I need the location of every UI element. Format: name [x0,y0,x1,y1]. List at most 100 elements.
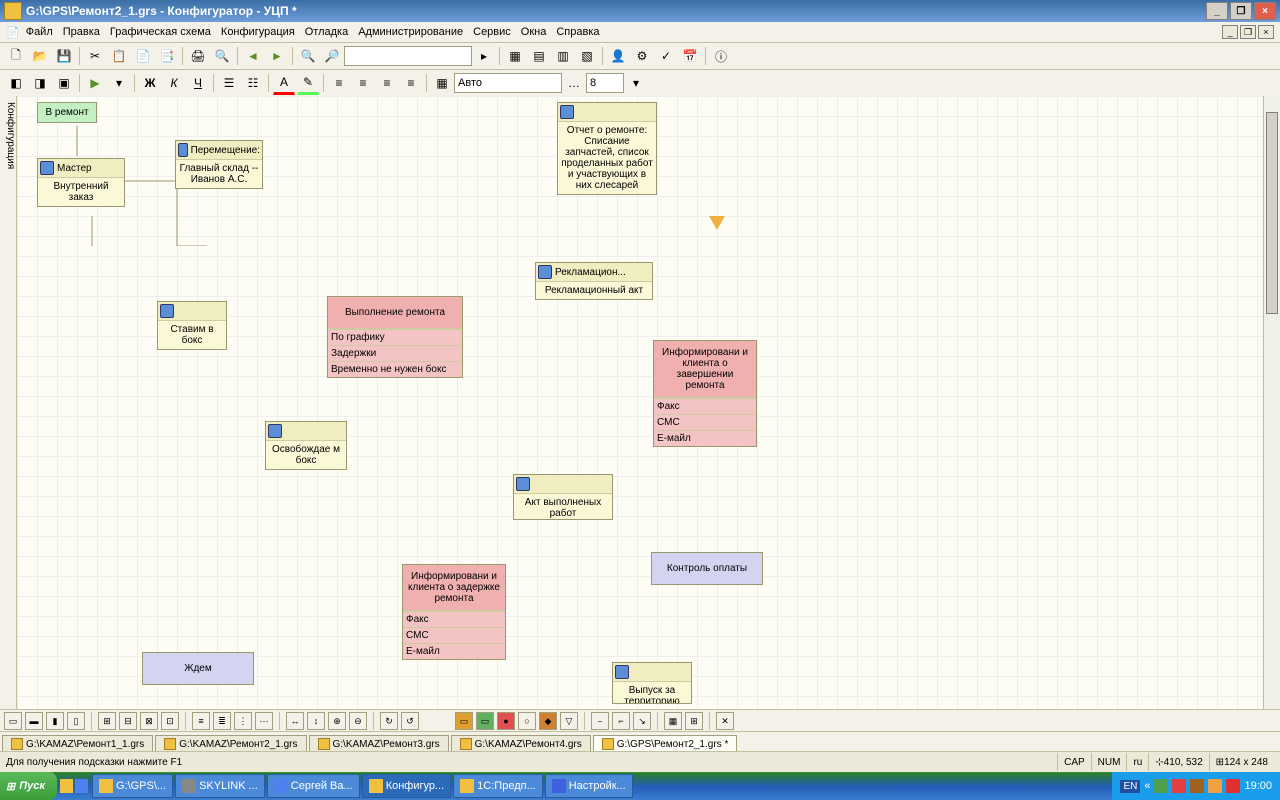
menu-edit[interactable]: Правка [63,26,100,38]
taskbar-item-active[interactable]: Конфигур... [362,774,451,798]
node-repair-row-1[interactable]: Задержки [328,345,462,361]
bt-icon[interactable]: ↻ [380,712,398,730]
menu-help[interactable]: Справка [556,26,599,38]
font-family-input[interactable] [454,73,562,93]
tb2-icon-3[interactable]: ▣ [53,72,75,94]
node-inform-delay-row-2[interactable]: Е-майл [403,643,505,659]
menu-graphic-scheme[interactable]: Графическая схема [110,26,211,38]
doc-tab[interactable]: G:\KAMAZ\Ремонт2_1.grs [155,735,306,752]
menu-file[interactable]: Файл [26,26,53,38]
tray-icon[interactable] [1208,779,1222,793]
tray-lang[interactable]: EN [1120,780,1140,793]
node-inform-done-row-2[interactable]: Е-майл [654,430,756,446]
doc-tab-active[interactable]: G:\GPS\Ремонт2_1.grs * [593,735,738,752]
bt-icon[interactable]: ⊖ [349,712,367,730]
menu-service[interactable]: Сервис [473,26,511,38]
save-icon[interactable]: 💾 [53,45,75,67]
copy-icon[interactable]: 📋 [108,45,130,67]
paste2-icon[interactable]: 📑 [156,45,178,67]
menu-admin[interactable]: Администрирование [358,26,463,38]
open-icon[interactable]: 📂 [29,45,51,67]
node-inform-delay[interactable]: Информировани и клиента о задержке ремон… [402,564,506,660]
node-repair-row-2[interactable]: Временно не нужен бокс [328,361,462,377]
taskbar-item[interactable]: SKYLINK ... [175,774,265,798]
underline-icon[interactable]: Ч [187,72,209,94]
bt-shape-icon[interactable]: ◆ [539,712,557,730]
bt-icon[interactable]: ⊟ [119,712,137,730]
tb-icon-6[interactable]: ⚙ [631,45,653,67]
bt-icon[interactable]: ↔ [286,712,304,730]
tb-icon-8[interactable]: 📅 [679,45,701,67]
align-justify-icon[interactable]: ≡ [400,72,422,94]
bt-shape-icon[interactable]: ● [497,712,515,730]
bt-icon[interactable]: ⊠ [140,712,158,730]
tray-icon[interactable] [1172,779,1186,793]
taskbar-item[interactable]: Настройк... [545,774,633,798]
tb-icon-2[interactable]: ▤ [528,45,550,67]
node-repair[interactable]: Выполнение ремонта По графику Задержки В… [327,296,463,378]
tray-expand-icon[interactable]: « [1144,780,1150,792]
bt-icon[interactable]: ▬ [25,712,43,730]
node-wait[interactable]: Ждем [142,652,254,685]
bt-icon[interactable]: ⋯ [255,712,273,730]
vertical-scrollbar[interactable] [1263,96,1280,710]
status-lang[interactable]: ru [1126,753,1148,771]
bt-shape-icon[interactable]: ▭ [455,712,473,730]
node-act[interactable]: Акт выполненых работ [513,474,613,520]
tb-icon-4[interactable]: ▧ [576,45,598,67]
node-move[interactable]: Перемещение: Главный склад -- Иванов А.С… [175,140,263,189]
go-icon[interactable]: ▸ [473,45,495,67]
find-icon[interactable]: 🔍 [297,45,319,67]
merge-gateway[interactable] [709,216,725,230]
node-free[interactable]: Освобождае м бокс [265,421,347,470]
bt-icon[interactable]: ⎯ [591,712,609,730]
node-inform-delay-row-0[interactable]: Факс [403,611,505,627]
minimize-button[interactable]: _ [1206,2,1228,20]
bt-shape-icon[interactable]: ○ [518,712,536,730]
sidebar-panel[interactable]: Конфигурация [0,96,17,726]
help-icon[interactable]: ⓘ [710,45,732,67]
quicklaunch-icon[interactable] [60,779,73,793]
doc-tab[interactable]: G:\KAMAZ\Ремонт3.grs [309,735,449,752]
bt-icon[interactable]: ↕ [307,712,325,730]
undo-icon[interactable]: ◄ [242,45,264,67]
highlight-icon[interactable]: ✎ [297,71,319,95]
taskbar-item[interactable]: 1С:Предп... [453,774,543,798]
bt-icon[interactable]: ⊞ [685,712,703,730]
node-report[interactable]: Отчет о ремонте: Списание запчастей, спи… [557,102,657,195]
align-left-icon[interactable]: ≡ [328,72,350,94]
node-reclaim[interactable]: Рекламацион... Рекламационный акт [535,262,653,300]
align-center-icon[interactable]: ≡ [352,72,374,94]
tb2-icon-1[interactable]: ◧ [5,72,27,94]
menu-configuration[interactable]: Конфигурация [221,26,295,38]
tray-clock[interactable]: 19:00 [1244,780,1272,792]
bold-icon[interactable]: Ж [139,72,161,94]
bt-icon[interactable]: ⋮ [234,712,252,730]
node-master[interactable]: Мастер Внутренний заказ [37,158,125,207]
align-right-icon[interactable]: ≡ [376,72,398,94]
quicklaunch-icon[interactable] [75,779,88,793]
bt-icon[interactable]: ▭ [4,712,22,730]
bt-icon[interactable]: ▯ [67,712,85,730]
font-dropdown-icon[interactable]: … [563,72,585,94]
italic-icon[interactable]: К [163,72,185,94]
doc-tab[interactable]: G:\KAMAZ\Ремонт4.grs [451,735,591,752]
bt-icon[interactable]: ≣ [213,712,231,730]
bt-icon[interactable]: ↘ [633,712,651,730]
node-inform-delay-row-1[interactable]: СМС [403,627,505,643]
node-inform-done-row-0[interactable]: Факс [654,398,756,414]
print-icon[interactable]: 🖨 [187,45,209,67]
preview-icon[interactable]: 🔍 [211,45,233,67]
address-input[interactable] [344,46,472,66]
new-icon[interactable]: 🗋 [5,45,27,67]
tb-icon-3[interactable]: ▥ [552,45,574,67]
bt-icon[interactable]: ⊞ [98,712,116,730]
bt-icon[interactable]: ⊕ [328,712,346,730]
tb2-icon-2[interactable]: ◨ [29,72,51,94]
tray-icon[interactable] [1226,779,1240,793]
bt-icon[interactable]: ↺ [401,712,419,730]
inner-minimize[interactable]: _ [1222,25,1238,39]
node-release[interactable]: Выпуск за территорию [612,662,692,704]
tb-icon-5[interactable]: 👤 [607,45,629,67]
play-icon[interactable]: ▶ [84,72,106,94]
